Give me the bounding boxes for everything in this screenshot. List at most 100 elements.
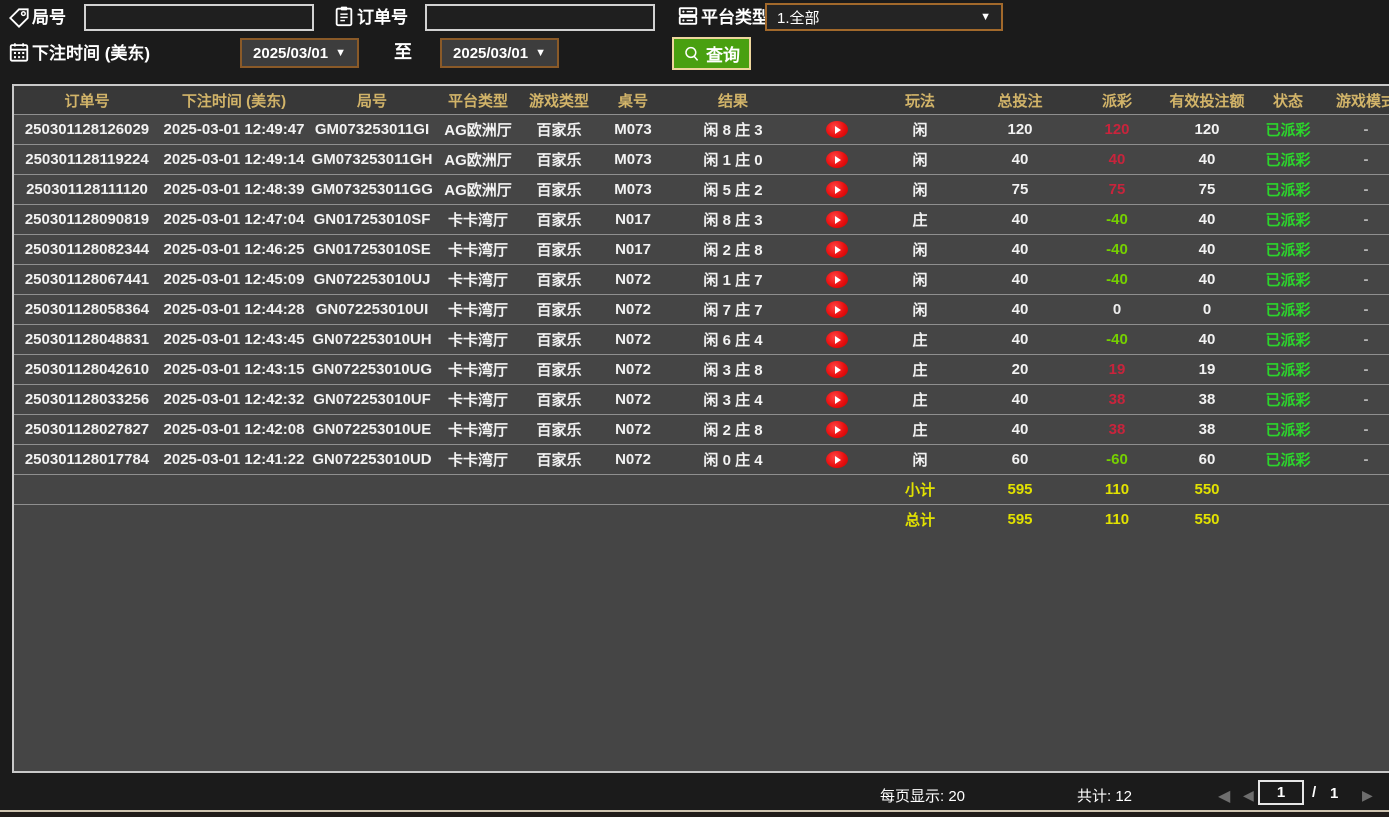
cell-game-no: GN072253010UJ: [313, 271, 431, 288]
replay-play-icon[interactable]: [826, 271, 848, 289]
header-result[interactable]: 结果: [668, 90, 798, 111]
prev-page-icon[interactable]: ◀: [1243, 787, 1254, 804]
cell-payout: 120: [1104, 121, 1130, 138]
order-no-label: 订单号: [357, 8, 408, 27]
cell-bet-time: 2025-03-01 12:42:08: [163, 421, 305, 438]
cell-game-mode: -: [1363, 361, 1369, 378]
cell-game-no: GN017253010SF: [313, 211, 431, 228]
cell-replay: [798, 151, 876, 169]
cell-game-type: 百家乐: [536, 452, 582, 469]
cell-game-no: GN072253010UH: [312, 331, 432, 348]
replay-play-icon[interactable]: [826, 451, 848, 469]
table-row: 250301128033256 2025-03-01 12:42:32 GN0722…: [14, 384, 1389, 414]
platform-type-value: 1.全部: [777, 9, 820, 27]
header-status[interactable]: 状态: [1256, 90, 1320, 111]
cell-game-type: 百家乐: [536, 122, 582, 139]
cell-bet-time: 2025-03-01 12:48:39: [163, 181, 305, 198]
replay-play-icon[interactable]: [826, 391, 848, 409]
page-number-input[interactable]: 1: [1258, 780, 1304, 805]
replay-play-icon[interactable]: [826, 421, 848, 439]
header-play-type[interactable]: 玩法: [876, 90, 964, 111]
header-bet-total[interactable]: 总投注: [964, 90, 1076, 111]
cell-order-no: 250301128033256: [24, 391, 150, 408]
cell-game-mode: -: [1363, 181, 1369, 198]
replay-play-icon[interactable]: [826, 331, 848, 349]
cell-replay: [798, 451, 876, 469]
play-triangle-icon: [835, 455, 841, 464]
cell-bet-time: 2025-03-01 12:43:45: [163, 331, 305, 348]
cell-valid-bet: 60: [1198, 451, 1216, 468]
header-table-no[interactable]: 桌号: [598, 90, 668, 111]
replay-play-icon[interactable]: [826, 151, 848, 169]
table-body: 250301128126029 2025-03-01 12:49:47 GM0732…: [14, 114, 1389, 534]
date-to-value: 2025/03/01: [453, 44, 529, 62]
cell-bet-total: 40: [1011, 241, 1029, 258]
cell-order-no: 250301128119224: [25, 151, 149, 168]
cell-game-mode: -: [1363, 241, 1369, 258]
background-strip: [0, 812, 1389, 817]
header-game-no[interactable]: 局号: [308, 90, 436, 111]
replay-play-icon[interactable]: [826, 211, 848, 229]
header-order-no[interactable]: 订单号: [14, 90, 160, 111]
header-payout[interactable]: 派彩: [1076, 90, 1158, 111]
cell-game-mode: -: [1363, 331, 1369, 348]
cell-valid-bet: 0: [1202, 301, 1212, 318]
cell-game-type: 百家乐: [536, 212, 582, 229]
chevron-down-icon: ▼: [335, 47, 346, 59]
replay-play-icon[interactable]: [826, 241, 848, 259]
cell-table-no: N072: [615, 361, 651, 378]
cell-game-type: 百家乐: [536, 272, 582, 289]
play-triangle-icon: [835, 125, 841, 134]
cell-payout: -60: [1106, 451, 1128, 468]
platform-type-select[interactable]: 1.全部 ▼: [765, 3, 1003, 31]
cell-platform: AG欧洲厅: [444, 122, 512, 139]
cell-table-no: N072: [615, 331, 651, 348]
order-no-input[interactable]: [425, 4, 655, 31]
game-no-input[interactable]: [84, 4, 314, 31]
cell-bet-time: 2025-03-01 12:43:15: [163, 361, 305, 378]
cell-bet-total: 75: [1011, 181, 1029, 198]
cell-status: 已派彩: [1265, 272, 1311, 289]
header-bet-time[interactable]: 下注时间 (美东): [160, 90, 308, 111]
play-triangle-icon: [835, 245, 841, 254]
cell-game-no: GM073253011GG: [311, 181, 433, 198]
header-valid-bet[interactable]: 有效投注额: [1158, 90, 1256, 111]
play-triangle-icon: [835, 215, 841, 224]
next-page-icon[interactable]: ▶: [1362, 787, 1373, 804]
cell-table-no: N072: [615, 301, 651, 318]
header-platform[interactable]: 平台类型: [436, 90, 520, 111]
play-triangle-icon: [835, 395, 841, 404]
cell-replay: [798, 331, 876, 349]
cell-bet-time: 2025-03-01 12:41:22: [163, 451, 305, 468]
cell-play-type: 闲: [912, 242, 928, 259]
header-game-mode[interactable]: 游戏模式: [1320, 90, 1389, 111]
table-row: 250301128082344 2025-03-01 12:46:25 GN0172…: [14, 234, 1389, 264]
replay-play-icon[interactable]: [826, 301, 848, 319]
cell-result: 闲 8 庄 3: [703, 212, 763, 229]
cell-game-mode: -: [1363, 151, 1369, 168]
total-row-bet-total: 595: [1007, 511, 1033, 528]
platform-server-icon: [677, 5, 699, 32]
cell-order-no: 250301128058364: [24, 301, 150, 318]
subtotal-row-label: 小计: [904, 482, 935, 499]
cell-table-no: N017: [615, 211, 651, 228]
replay-play-icon[interactable]: [826, 181, 848, 199]
play-triangle-icon: [835, 335, 841, 344]
cell-game-mode: -: [1363, 121, 1369, 138]
date-from-picker[interactable]: 2025/03/01 ▼: [240, 38, 359, 68]
query-button[interactable]: 查询: [672, 37, 751, 70]
first-page-icon[interactable]: ◀: [1218, 786, 1230, 806]
cell-result: 闲 2 庄 8: [703, 422, 763, 439]
replay-play-icon[interactable]: [826, 121, 848, 139]
total-row: 总计 595 110 550: [14, 504, 1389, 534]
cell-order-no: 250301128126029: [24, 121, 150, 138]
cell-table-no: N017: [615, 241, 651, 258]
replay-play-icon[interactable]: [826, 361, 848, 379]
query-button-label: 查询: [706, 46, 740, 65]
date-to-picker[interactable]: 2025/03/01 ▼: [440, 38, 559, 68]
header-game-type[interactable]: 游戏类型: [520, 90, 598, 111]
cell-game-no: GN017253010SE: [313, 241, 431, 258]
cell-status: 已派彩: [1265, 122, 1311, 139]
cell-status: 已派彩: [1265, 302, 1311, 319]
cell-result: 闲 6 庄 4: [703, 332, 763, 349]
